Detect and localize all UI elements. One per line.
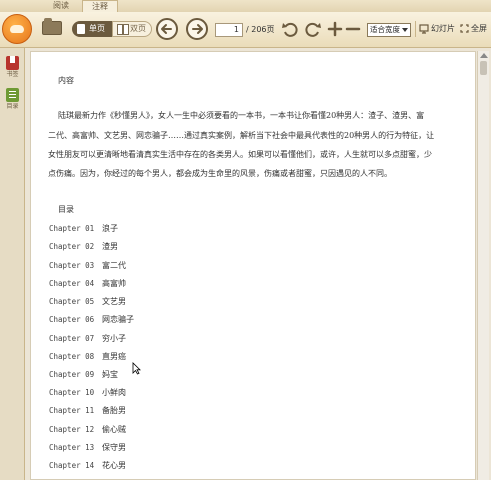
app-logo-icon[interactable] (2, 14, 32, 44)
arrow-left-icon (161, 24, 172, 34)
chapter-number: Chapter 02 (49, 242, 95, 251)
toc-entry[interactable]: Chapter 11 备胎男 (49, 405, 126, 416)
mouse-cursor-icon (132, 362, 141, 375)
chapter-number: Chapter 14 (49, 461, 95, 470)
toc-entry[interactable]: Chapter 04 高富帅 (49, 278, 126, 289)
zoom-mode-value: 适合宽度 (370, 25, 400, 34)
chapter-title: 渣男 (102, 242, 118, 251)
rotate-right-button[interactable] (304, 20, 322, 38)
toc-entry[interactable]: Chapter 05 文艺男 (49, 296, 126, 307)
summary-line: 点伤痛。因为，你经过的每个男人，都会成为生命里的风景，伤痛或者甜蜜，只因遇见的人… (48, 169, 392, 178)
toc-entry[interactable]: Chapter 08 直男癌 (49, 351, 126, 362)
chapter-number: Chapter 01 (49, 224, 95, 233)
double-page-label: 双页 (130, 24, 146, 33)
toolbar-divider (415, 21, 416, 37)
chapter-number: Chapter 09 (49, 370, 95, 379)
summary-line: 女性朋友可以更清晰地看清真实生活中存在的各类男人。如果可以看懂他们，或许，人生就… (48, 150, 432, 159)
next-page-button[interactable] (186, 18, 208, 40)
bookmark-icon (6, 56, 19, 70)
toc-entry[interactable]: Chapter 02 渣男 (49, 241, 118, 252)
chapter-title: 直男癌 (102, 352, 126, 361)
arrow-right-icon (192, 24, 203, 34)
fullscreen-button[interactable]: 全屏 (460, 21, 487, 37)
rotate-right-icon (305, 22, 321, 37)
toc-entry[interactable]: Chapter 03 富二代 (49, 260, 126, 271)
chapter-title: 备胎男 (102, 406, 126, 415)
zoom-out-button[interactable] (344, 20, 362, 38)
document-page[interactable]: 内容 陆琪最新力作《秒懂男人》，女人一生中必须要看的一本书，一本书让你看懂20种… (30, 51, 476, 480)
chapter-title: 偷心贼 (102, 425, 126, 434)
chapter-title: 小鲜肉 (102, 388, 126, 397)
chapter-title: 穷小子 (102, 334, 126, 343)
summary-line: 陆琪最新力作《秒懂男人》，女人一生中必须要看的一本书，一本书让你看懂20种男人：… (58, 111, 425, 120)
toc-entry[interactable]: Chapter 14 花心男 (49, 460, 126, 471)
summary-line: 二代、高富帅、文艺男、网恋骗子……通过真实案例，解析当下社会中最具代表性的20种… (48, 131, 435, 140)
chapter-number: Chapter 12 (49, 425, 95, 434)
chapter-number: Chapter 07 (49, 334, 95, 343)
chapter-number: Chapter 11 (49, 406, 95, 415)
tab-read[interactable]: 阅读 (43, 0, 79, 12)
chapter-title: 网恋骗子 (102, 315, 134, 324)
chevron-down-icon (402, 28, 408, 32)
rotate-left-button[interactable] (281, 20, 299, 38)
chapter-title: 富二代 (102, 261, 126, 270)
sidebar-item-bookmarks[interactable]: 书签 (3, 56, 22, 79)
slideshow-label: 幻灯片 (431, 24, 455, 33)
open-folder-icon[interactable] (42, 18, 62, 35)
chapter-number: Chapter 10 (49, 388, 95, 397)
zoom-in-button[interactable] (326, 20, 344, 38)
sidebar-item-toc[interactable]: 目录 (3, 88, 22, 111)
toc-entry[interactable]: Chapter 10 小鲜肉 (49, 387, 126, 398)
chapter-number: Chapter 13 (49, 443, 95, 452)
previous-page-button[interactable] (156, 18, 178, 40)
chapter-number: Chapter 04 (49, 279, 95, 288)
chapter-title: 浪子 (102, 224, 118, 233)
intro-heading: 内容 (58, 76, 74, 85)
scroll-up-arrow-icon[interactable] (480, 53, 488, 58)
page-number-input[interactable]: 1 (215, 23, 243, 37)
zoom-mode-select[interactable]: 适合宽度 (367, 23, 411, 37)
chapter-title: 高富帅 (102, 279, 126, 288)
sidebar: 书签 目录 (0, 48, 25, 480)
tab-annotation[interactable]: 注释 (82, 0, 118, 12)
toc-entry[interactable]: Chapter 06 网恋骗子 (49, 314, 134, 325)
scroll-thumb[interactable] (480, 61, 487, 75)
vertical-scrollbar[interactable] (477, 51, 489, 480)
chapter-title: 花心男 (102, 461, 126, 470)
slideshow-button[interactable]: 幻灯片 (419, 21, 455, 37)
toc-icon (6, 88, 19, 102)
page-total-label: / 206页 (246, 25, 275, 34)
fullscreen-icon (460, 24, 469, 33)
chapter-title: 妈宝 (102, 370, 118, 379)
rotate-left-icon (282, 22, 298, 37)
chapter-number: Chapter 08 (49, 352, 95, 361)
single-page-label: 单页 (89, 24, 105, 33)
sidebar-item-label: 书签 (6, 71, 19, 78)
minus-icon (345, 27, 361, 31)
title-bar: 阅读 注释 (0, 0, 491, 12)
chapter-number: Chapter 05 (49, 297, 95, 306)
toc-entry[interactable]: Chapter 12 偷心贼 (49, 424, 126, 435)
sidebar-item-label: 目录 (6, 103, 19, 110)
toc-heading: 目录 (58, 205, 74, 214)
chapter-title: 保守男 (102, 443, 126, 452)
plus-icon (327, 21, 343, 37)
toc-entry[interactable]: Chapter 07 穷小子 (49, 333, 126, 344)
fullscreen-label: 全屏 (471, 24, 487, 33)
chapter-title: 文艺男 (102, 297, 126, 306)
toc-entry[interactable]: Chapter 09 妈宝 (49, 369, 118, 380)
single-page-button[interactable]: 单页 (72, 21, 112, 37)
toc-entry[interactable]: Chapter 01 浪子 (49, 223, 118, 234)
double-page-button[interactable]: 双页 (112, 21, 152, 37)
toc-entry[interactable]: Chapter 13 保守男 (49, 442, 126, 453)
slideshow-icon (419, 23, 429, 34)
chapter-number: Chapter 03 (49, 261, 95, 270)
chapter-number: Chapter 06 (49, 315, 95, 324)
